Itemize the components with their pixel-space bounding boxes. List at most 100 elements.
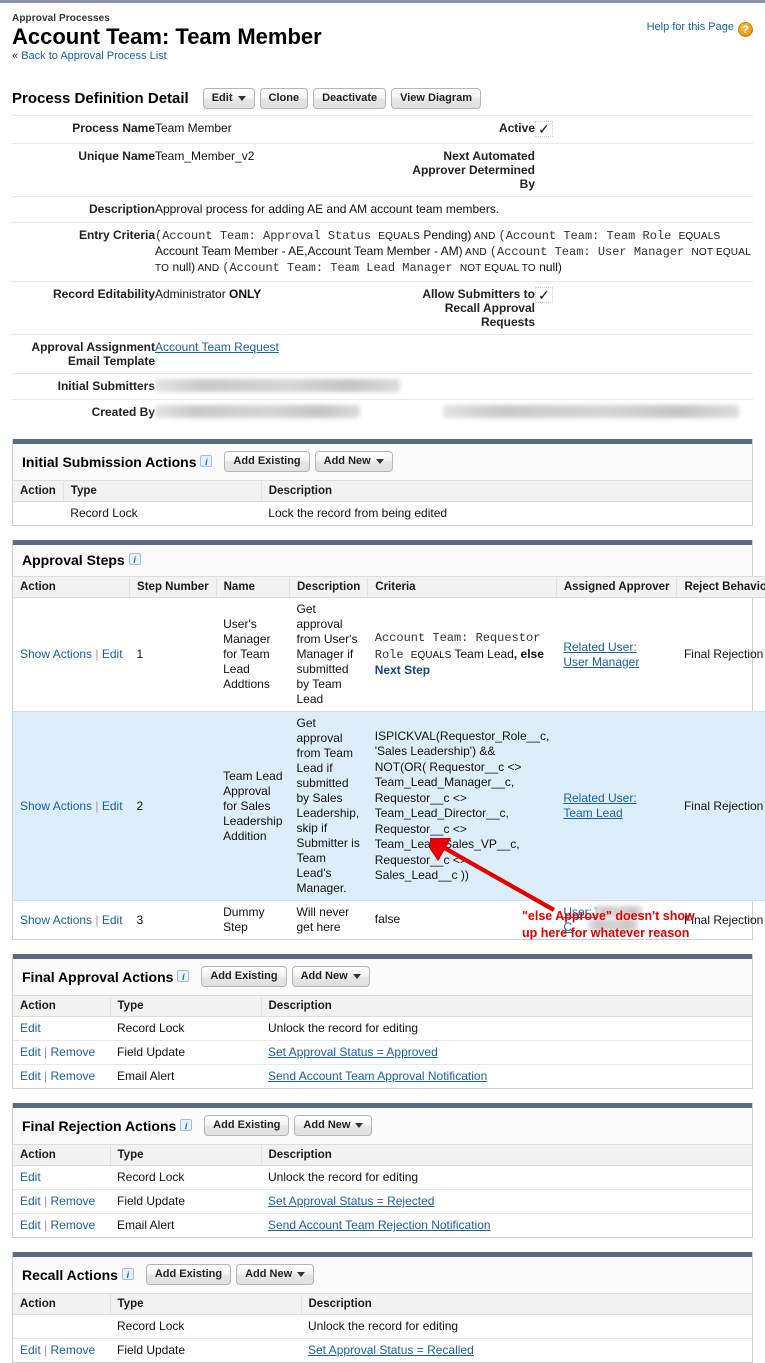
add-existing-button[interactable]: Add Existing: [204, 1115, 290, 1137]
edit-link[interactable]: Edit: [102, 913, 123, 927]
add-new-button[interactable]: Add New: [294, 1115, 373, 1137]
edit-link[interactable]: Edit: [20, 1218, 41, 1232]
email-template-label: Approval Assignment Email Template: [12, 334, 155, 374]
detail-row-created-by: Created By: [12, 399, 753, 426]
edit-link[interactable]: Edit: [20, 1069, 41, 1083]
edit-link[interactable]: Edit: [102, 799, 123, 813]
clone-button-label: Clone: [268, 92, 300, 105]
column-type: Type: [110, 995, 262, 1018]
criteria-field-token: (Account Team: Team Lead Manager: [222, 261, 460, 276]
row-actions: Edit | Remove: [13, 1339, 110, 1363]
initial-submission-actions-section: Initial Submission Actions i Add Existin…: [12, 439, 753, 527]
remove-link[interactable]: Remove: [51, 1194, 96, 1208]
table-header-row: Action Type Description: [13, 995, 752, 1018]
add-existing-button[interactable]: Add Existing: [201, 966, 287, 988]
deactivate-button[interactable]: Deactivate: [313, 88, 387, 110]
back-to-list[interactable]: « Back to Approval Process List: [12, 50, 753, 62]
remove-link[interactable]: Remove: [51, 1069, 96, 1083]
back-to-list-link[interactable]: Back to Approval Process List: [21, 50, 167, 62]
remove-link[interactable]: Remove: [51, 1045, 96, 1059]
recall-buttons: Add Existing Add New: [145, 1264, 315, 1286]
initial-submission-table: Action Type Description Record Lock Lock…: [13, 480, 752, 525]
column-description: Description: [261, 995, 752, 1018]
add-new-label: Add New: [303, 1119, 351, 1132]
row-description-link[interactable]: Set Approval Status = Approved: [268, 1045, 438, 1059]
clone-button[interactable]: Clone: [259, 88, 309, 110]
row-type: Field Update: [117, 1343, 186, 1358]
table-row: Edit | Remove Email Alert Send Account T…: [13, 1065, 752, 1089]
row-description-link[interactable]: Send Account Team Rejection Notification: [268, 1218, 491, 1232]
row-description-link[interactable]: Set Approval Status = Recalled: [308, 1343, 474, 1357]
remove-link[interactable]: Remove: [51, 1343, 96, 1357]
final-rejection-header: Final Rejection Actions i Add Existing A…: [13, 1108, 752, 1145]
column-type: Type: [110, 1144, 262, 1167]
criteria-operator-token: AND: [471, 231, 499, 243]
add-new-label: Add New: [300, 970, 348, 983]
table-row: Record Lock Lock the record from being e…: [13, 502, 752, 526]
table-header-row: Action Step Number Name Description Crit…: [13, 576, 765, 599]
edit-link[interactable]: Edit: [102, 647, 123, 661]
assigned-approver-link[interactable]: Related User: User Manager: [563, 640, 639, 669]
add-existing-button[interactable]: Add Existing: [224, 451, 310, 473]
criteria-else: , else: [513, 646, 544, 661]
row-actions: Show Actions | Edit: [13, 901, 130, 940]
detail-row-email-template: Approval Assignment Email Template Accou…: [12, 334, 753, 374]
edit-link[interactable]: Edit: [20, 1045, 41, 1059]
row-actions: Show Actions | Edit: [13, 711, 130, 902]
active-checkbox: ✓: [535, 121, 553, 138]
active-label: Active: [395, 115, 535, 144]
info-icon[interactable]: i: [180, 1118, 193, 1131]
final-approval-title: Final Approval Actions i: [22, 969, 190, 985]
show-actions-link[interactable]: Show Actions: [20, 913, 92, 927]
view-diagram-button[interactable]: View Diagram: [391, 88, 482, 110]
add-new-button[interactable]: Add New: [236, 1264, 315, 1286]
record-editability-strong: ONLY: [229, 287, 262, 302]
add-new-button[interactable]: Add New: [314, 451, 393, 473]
email-template-link[interactable]: Account Team Request: [155, 340, 279, 354]
row-actions: Edit | Remove: [13, 1214, 110, 1238]
show-actions-link[interactable]: Show Actions: [20, 799, 92, 813]
info-icon[interactable]: i: [200, 454, 213, 467]
row-description-link[interactable]: Set Approval Status = Rejected: [268, 1194, 434, 1208]
help-for-this-page[interactable]: Help for this Page?: [647, 21, 753, 37]
info-icon[interactable]: i: [128, 553, 141, 566]
add-new-button[interactable]: Add New: [291, 966, 370, 988]
row-description[interactable]: Send Account Team Rejection Notification: [261, 1214, 752, 1238]
record-editability-value: Administrator ONLY: [155, 281, 395, 335]
approval-steps-header: Approval Steps i: [13, 545, 752, 577]
row-name: Team Lead Approval for Sales Leadership …: [216, 711, 290, 902]
column-type: Type: [63, 480, 262, 503]
row-name: User's Manager for Team Lead Addtions: [216, 597, 290, 713]
table-row: Show Actions | Edit 2 Team Lead Approval…: [13, 711, 765, 902]
assigned-approver-link[interactable]: Related User: Team Lead: [563, 791, 636, 820]
edit-link[interactable]: Edit: [20, 1343, 41, 1357]
remove-link[interactable]: Remove: [51, 1218, 96, 1232]
redacted-created-by-name: [155, 405, 360, 419]
edit-link[interactable]: Edit: [20, 1021, 41, 1035]
edit-link[interactable]: Edit: [20, 1170, 41, 1184]
criteria-value-token: Pending): [420, 228, 472, 243]
show-actions-link[interactable]: Show Actions: [20, 647, 92, 661]
help-link[interactable]: Help for this Page: [647, 21, 734, 33]
row-description[interactable]: Set Approval Status = Recalled: [301, 1339, 752, 1363]
row-description[interactable]: Set Approval Status = Rejected: [261, 1189, 752, 1215]
add-existing-button[interactable]: Add Existing: [145, 1264, 232, 1286]
action-separator: |: [44, 1045, 48, 1060]
action-separator: |: [44, 1218, 48, 1233]
help-question-icon[interactable]: ?: [738, 22, 753, 37]
redacted-initial-submitters: [155, 379, 400, 393]
row-description-link[interactable]: Send Account Team Approval Notification: [268, 1069, 487, 1083]
row-description[interactable]: Set Approval Status = Approved: [261, 1040, 752, 1066]
edit-button[interactable]: Edit: [202, 88, 255, 110]
row-actions: Show Actions | Edit: [13, 597, 130, 713]
info-icon[interactable]: i: [177, 969, 190, 982]
row-assigned-approver[interactable]: Related User: User Manager: [556, 597, 677, 713]
column-type: Type: [110, 1293, 302, 1316]
row-description[interactable]: Send Account Team Approval Notification: [261, 1065, 752, 1089]
row-assigned-approver[interactable]: Related User: Team Lead: [556, 711, 677, 902]
edit-link[interactable]: Edit: [20, 1194, 41, 1208]
approval-steps-title-text: Approval Steps: [22, 552, 125, 569]
approver-line-2: Team Lead: [563, 806, 623, 821]
column-criteria: Criteria: [367, 576, 557, 599]
info-icon[interactable]: i: [121, 1267, 134, 1280]
